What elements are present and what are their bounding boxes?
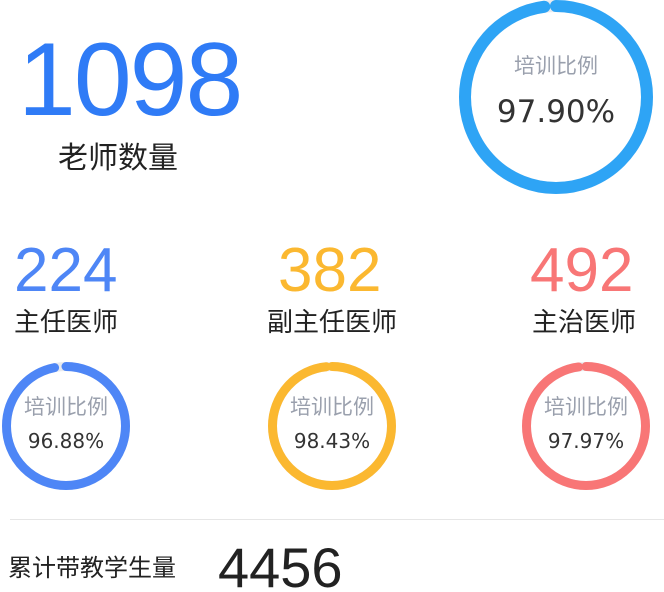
attending-physician-label: 主治医师 [532,308,637,338]
chief-physician-label: 主任医师 [14,308,119,338]
students-label: 累计带教学生量 [8,554,176,582]
attending-physician-count: 492 [530,236,634,305]
section-divider [10,519,664,520]
associate-chief-physician-count: 382 [278,236,382,305]
associate-chief-physician-label: 副主任医师 [267,308,398,338]
overall-training-ring: 培训比例 97.90% [459,0,653,194]
ring-value: 98.43% [293,429,371,453]
teacher-count-value: 1098 [18,22,243,138]
teacher-count-label: 老师数量 [58,141,178,176]
chief-physician-training-ring: 培训比例 96.88% [2,362,130,490]
ring-title: 培训比例 [544,395,628,419]
teacher-stats-panel: 1098 老师数量 培训比例 97.90% 224 主任医师 培训比例 96.8… [0,0,664,592]
ring-title: 培训比例 [514,54,598,78]
ring-title: 培训比例 [24,395,108,419]
attending-physician-training-ring: 培训比例 97.97% [522,362,650,490]
ring-value: 97.90% [496,94,616,130]
chief-physician-count: 224 [14,236,118,305]
ring-title: 培训比例 [290,395,374,419]
ring-value: 97.97% [547,429,625,453]
students-count: 4456 [218,536,343,592]
ring-value: 96.88% [27,429,105,453]
associate-chief-physician-training-ring: 培训比例 98.43% [268,362,396,490]
